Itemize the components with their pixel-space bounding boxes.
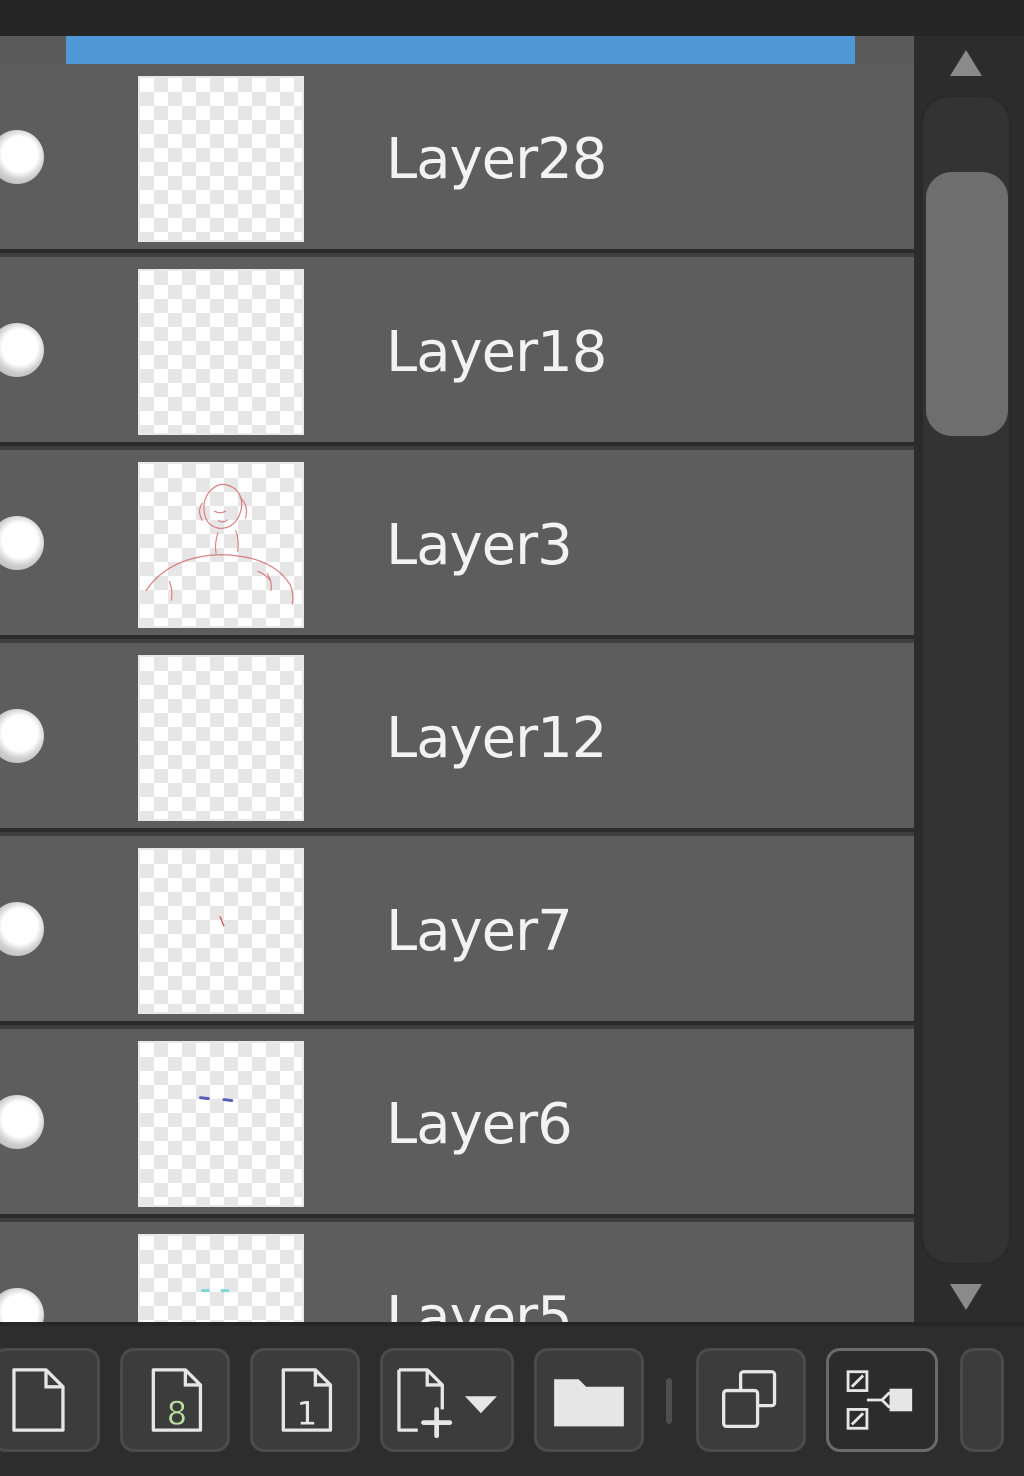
new-folder-button[interactable] [534, 1348, 644, 1452]
transfer-icon [846, 1370, 913, 1430]
sketch-thumbnail-icon [145, 483, 294, 605]
triangle-up-icon [950, 50, 982, 76]
layer-name: Layer6 [386, 1092, 573, 1157]
layer-list[interactable]: Layer28 Layer18 Layer3 Layer12 Layer7 La… [0, 64, 914, 1322]
layer-row[interactable]: Layer12 [0, 643, 914, 832]
scroll-up-button[interactable] [946, 44, 986, 84]
scrollbar-thumb[interactable] [926, 172, 1008, 436]
layer-row[interactable]: Layer18 [0, 257, 914, 446]
layer-thumbnail [138, 76, 304, 242]
toolbar-overflow-button[interactable] [960, 1348, 1004, 1452]
panel-top-strip [0, 0, 1024, 36]
layer-row[interactable]: Layer28 [0, 64, 914, 253]
visibility-toggle-icon[interactable] [0, 516, 44, 570]
page-1-icon: 1 [281, 1368, 333, 1433]
layer-name: Layer3 [386, 513, 573, 578]
layer-thumbnail [138, 1234, 304, 1322]
page-plus-icon [397, 1368, 497, 1439]
page-1-glyph: 1 [297, 1395, 317, 1433]
visibility-toggle-icon[interactable] [0, 1095, 44, 1149]
visibility-toggle-icon[interactable] [0, 709, 44, 763]
layer-row[interactable]: Layer5 [0, 1222, 914, 1322]
progress-bar-fill [66, 36, 856, 64]
layer-row[interactable]: Layer6 [0, 1029, 914, 1218]
layer-row[interactable]: Layer3 [0, 450, 914, 639]
layer-thumbnail [138, 655, 304, 821]
new-1bit-layer-button[interactable]: 1 [250, 1348, 360, 1452]
visibility-toggle-icon[interactable] [0, 130, 44, 184]
page-8-icon: 8 [151, 1368, 203, 1433]
new-layer-button[interactable] [0, 1348, 100, 1452]
layer-name: Layer12 [386, 706, 607, 771]
layer-name: Layer7 [386, 899, 573, 964]
layer-name: Layer28 [386, 127, 607, 192]
visibility-toggle-icon[interactable] [0, 1288, 44, 1322]
page-8-glyph: 8 [167, 1395, 187, 1433]
blank-page-icon [12, 1368, 65, 1432]
progress-bar [0, 36, 914, 64]
mark-thumbnail-icon [200, 1289, 230, 1293]
mark-thumbnail-icon [219, 916, 225, 927]
layer-thumbnail [138, 269, 304, 435]
add-layer-dropdown-button[interactable] [380, 1348, 514, 1452]
visibility-toggle-icon[interactable] [0, 902, 44, 956]
folder-icon [554, 1379, 624, 1427]
layer-thumbnail [138, 848, 304, 1014]
toolbar-separator [666, 1378, 672, 1424]
scroll-down-button[interactable] [946, 1276, 986, 1316]
chevron-down-icon [464, 1396, 497, 1414]
layer-name: Layer18 [386, 320, 607, 385]
transfer-layer-button[interactable] [826, 1348, 938, 1452]
duplicate-layer-button[interactable] [696, 1348, 806, 1452]
mark-thumbnail-icon [199, 1096, 234, 1103]
layer-toolbar: 8 1 [0, 1322, 1024, 1476]
layer-thumbnail [138, 462, 304, 628]
duplicate-icon [722, 1370, 777, 1429]
layer-thumbnail [138, 1041, 304, 1207]
visibility-toggle-icon[interactable] [0, 323, 44, 377]
layer-row[interactable]: Layer7 [0, 836, 914, 1025]
layer-name: Layer5 [386, 1285, 573, 1323]
triangle-down-icon [950, 1284, 982, 1310]
new-8bit-layer-button[interactable]: 8 [120, 1348, 230, 1452]
